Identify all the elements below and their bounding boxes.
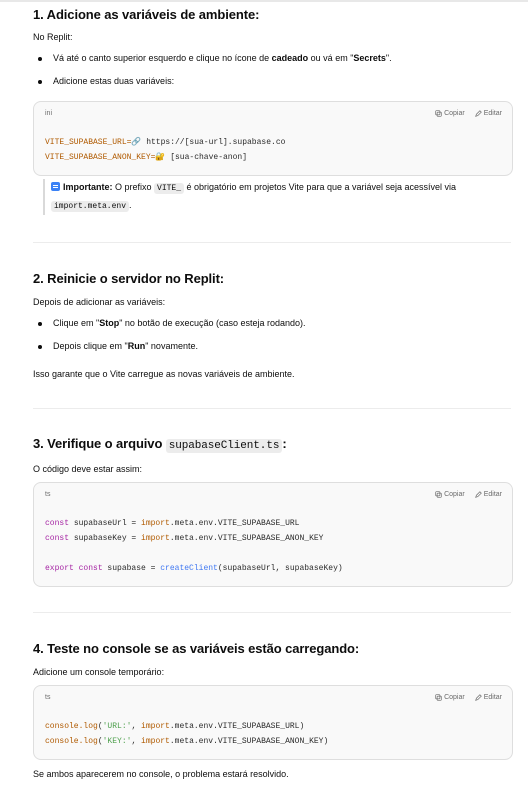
section-divider [33, 408, 511, 409]
section-1-intro: No Replit: [33, 32, 73, 42]
code-language-label: ini [45, 110, 53, 117]
bullet [38, 322, 42, 326]
section-2-bullet-1: Clique em "Stop" no botão de execução (c… [53, 318, 306, 328]
code-language-label: ts [45, 491, 51, 498]
code-content: console.log('URL:', import.meta.env.VITE… [45, 722, 329, 746]
code-language-label: ts [45, 694, 51, 701]
section-4-intro: Adicione um console temporário: [33, 667, 165, 677]
section-1-bullet-2: Adicione estas duas variáveis: [53, 76, 175, 86]
section-2-outro: Isso garante que o Vite carregue as nova… [33, 369, 295, 379]
copy-icon [435, 110, 442, 117]
copy-button[interactable]: Copiar [435, 110, 465, 117]
edit-icon [474, 694, 482, 701]
section-divider [33, 242, 511, 243]
edit-icon [474, 110, 482, 117]
copy-icon [435, 694, 442, 701]
edit-button[interactable]: Editar [474, 491, 502, 498]
section-3-title: 3. Verifique o arquivo supabaseClient.ts… [33, 436, 287, 453]
section-3-intro: O código deve estar assim: [33, 464, 143, 474]
edit-button[interactable]: Editar [474, 110, 502, 117]
code-block-client: ts Copiar Editar const supabaseUrl = imp… [33, 482, 513, 587]
top-divider [0, 0, 528, 2]
code-content: const supabaseUrl = import.meta.env.VITE… [45, 519, 343, 573]
section-divider [33, 612, 511, 613]
edit-button[interactable]: Editar [474, 694, 502, 701]
code-block-env: ini Copiar Editar VITE_SUPABASE_URL=🔗 ht… [33, 101, 513, 176]
bullet [38, 345, 42, 349]
copy-button[interactable]: Copiar [435, 694, 465, 701]
section-2-bullet-2: Depois clique em "Run" novamente. [53, 341, 198, 351]
section-4-outro: Se ambos aparecerem no console, o proble… [33, 769, 289, 779]
copy-button[interactable]: Copiar [435, 491, 465, 498]
section-1-title: 1. Adicione as variáveis de ambiente: [33, 7, 260, 22]
memo-icon [51, 182, 60, 191]
bullet [38, 80, 42, 84]
important-note: Importante: O prefixo VITE_ é obrigatóri… [43, 179, 519, 215]
edit-icon [474, 491, 482, 498]
bullet [38, 57, 42, 61]
code-block-console: ts Copiar Editar console.log('URL:', imp… [33, 685, 513, 760]
section-1-bullet-1: Vá até o canto superior esquerdo e cliqu… [53, 53, 392, 63]
section-2-title: 2. Reinicie o servidor no Replit: [33, 271, 225, 286]
section-2-intro: Depois de adicionar as variáveis: [33, 297, 166, 307]
code-content: VITE_SUPABASE_URL=🔗 https://[sua-url].su… [45, 138, 286, 162]
copy-icon [435, 491, 442, 498]
filename-code: supabaseClient.ts [165, 439, 283, 453]
section-4-title: 4. Teste no console se as variáveis estã… [33, 641, 360, 656]
